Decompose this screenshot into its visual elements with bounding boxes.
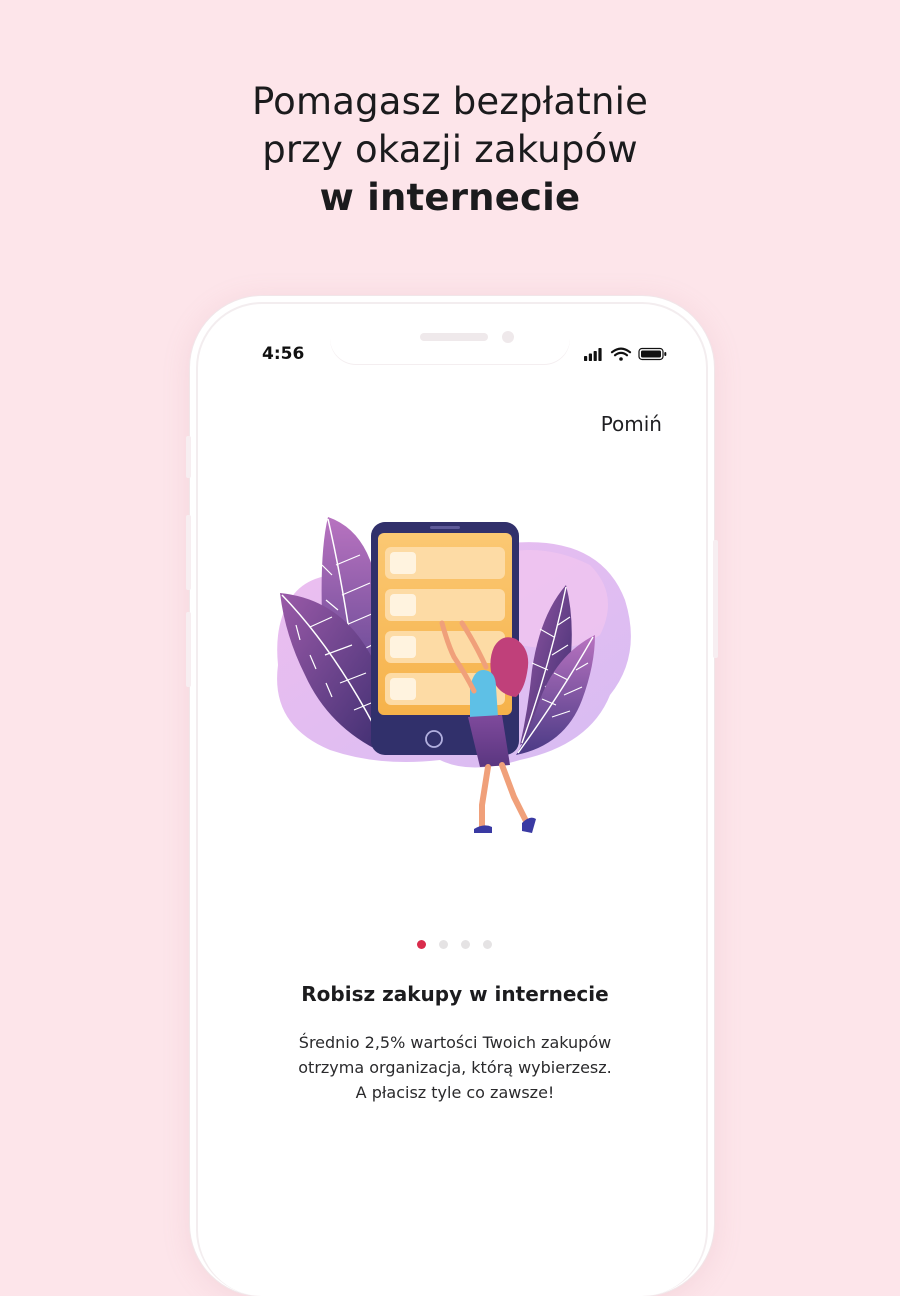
wifi-icon xyxy=(610,347,632,361)
phone-side-button xyxy=(186,436,191,478)
phone-speaker xyxy=(420,333,488,341)
pagination-dots xyxy=(414,940,494,950)
onboarding-description: Średnio 2,5% wartości Twoich zakupów otr… xyxy=(222,1030,688,1105)
phone-notch xyxy=(330,318,570,364)
phone-side-button xyxy=(186,515,191,590)
phone-side-button xyxy=(186,612,191,687)
woman-touching-phone-list-illustration xyxy=(277,517,631,833)
skip-button[interactable]: Pomiń xyxy=(590,412,662,436)
status-icons xyxy=(584,347,667,361)
cellular-signal-icon xyxy=(584,348,602,361)
pagination-dot-1[interactable] xyxy=(417,940,426,949)
marketing-headline: Pomagasz bezpłatnie przy okazji zakupów … xyxy=(0,78,900,222)
headline-line-1: Pomagasz bezpłatnie xyxy=(251,80,649,123)
onboarding-description-line: A płacisz tyle co zawsze! xyxy=(355,1083,555,1102)
pagination-dot-3[interactable] xyxy=(461,940,470,949)
status-time: 4:56 xyxy=(262,344,305,364)
headline-line-2: przy okazji zakupów xyxy=(262,128,638,171)
phone-side-button xyxy=(713,540,718,658)
onboarding-title: Robisz zakupy w internecie xyxy=(301,982,609,1006)
battery-icon xyxy=(638,347,667,361)
phone-camera xyxy=(502,331,514,343)
onboarding-description-line: otrzyma organizacja, którą wybierzesz. xyxy=(298,1058,612,1077)
onboarding-description-line: Średnio 2,5% wartości Twoich zakupów xyxy=(298,1033,612,1052)
pagination-dot-2[interactable] xyxy=(439,940,448,949)
pagination-dot-4[interactable] xyxy=(483,940,492,949)
headline-line-3: w internecie xyxy=(319,176,581,219)
